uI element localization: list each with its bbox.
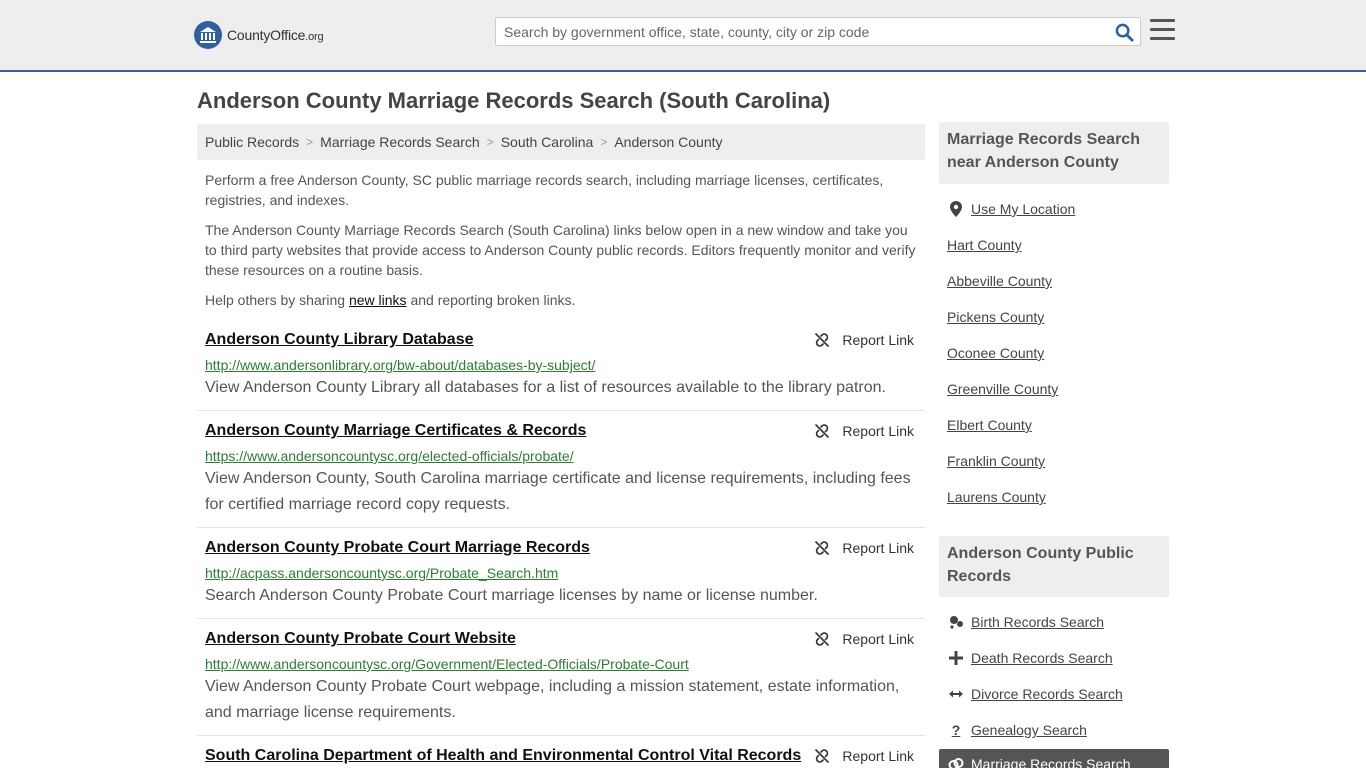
search-button[interactable] xyxy=(1114,22,1134,42)
result-title[interactable]: Anderson County Library Database xyxy=(205,331,474,349)
logo-tld: .org xyxy=(305,31,324,43)
nearby-county-elbert[interactable]: Elbert County xyxy=(947,417,1032,433)
cross-icon xyxy=(947,651,965,665)
result-item: Anderson County Marriage Certificates & … xyxy=(197,422,925,528)
breadcrumb-marriage-records[interactable]: Marriage Records Search xyxy=(320,134,480,150)
public-records-heading: Anderson County Public Records xyxy=(939,536,1169,597)
result-item: Anderson County Library Database Report … xyxy=(197,331,925,411)
death-records-label: Death Records Search xyxy=(971,650,1113,666)
divorce-records-link[interactable]: Divorce Records Search xyxy=(947,686,1123,702)
result-url[interactable]: http://www.andersonlibrary.org/bw-about/… xyxy=(205,357,595,373)
result-title[interactable]: South Carolina Department of Health and … xyxy=(205,747,801,765)
chevron-right-icon: > xyxy=(306,135,314,149)
nearby-county-oconee[interactable]: Oconee County xyxy=(947,345,1044,361)
broken-link-icon xyxy=(815,540,830,556)
result-item: Anderson County Probate Court Website Re… xyxy=(197,630,925,736)
share-text-before: Help others by sharing xyxy=(205,292,349,308)
marriage-records-label: Marriage Records Search xyxy=(971,756,1131,768)
breadcrumb: Public Records > Marriage Records Search… xyxy=(197,124,925,160)
arrows-split-icon xyxy=(947,688,965,700)
search-input[interactable] xyxy=(496,18,1106,45)
result-item: Anderson County Probate Court Marriage R… xyxy=(197,539,925,619)
report-link-button[interactable]: Report Link xyxy=(814,631,914,647)
result-url[interactable]: http://acpass.andersoncountysc.org/Proba… xyxy=(205,565,558,581)
birth-records-link[interactable]: Birth Records Search xyxy=(947,614,1104,630)
map-pin-icon xyxy=(947,201,965,217)
hamburger-menu-icon[interactable] xyxy=(1150,19,1175,42)
breadcrumb-county[interactable]: Anderson County xyxy=(614,134,722,150)
nearby-county-hart[interactable]: Hart County xyxy=(947,237,1022,253)
site-header: CountyOffice.org xyxy=(0,0,1366,72)
disclaimer-paragraph: The Anderson County Marriage Records Sea… xyxy=(205,222,916,278)
result-url[interactable]: http://www.andersoncountysc.org/Governme… xyxy=(205,656,689,672)
birth-records-label: Birth Records Search xyxy=(971,614,1105,630)
report-link-label: Report Link xyxy=(842,631,914,647)
report-link-button[interactable]: Report Link xyxy=(814,332,914,348)
breadcrumb-state[interactable]: South Carolina xyxy=(501,134,594,150)
share-text-after: and reporting broken links. xyxy=(406,292,576,308)
nearby-heading: Marriage Records Search near Anderson Co… xyxy=(939,122,1169,184)
report-link-button[interactable]: Report Link xyxy=(814,540,914,556)
result-url[interactable]: https://www.andersoncountysc.org/elected… xyxy=(205,448,574,464)
divorce-records-label: Divorce Records Search xyxy=(971,686,1123,702)
search-box xyxy=(495,17,1141,46)
result-title[interactable]: Anderson County Probate Court Marriage R… xyxy=(205,539,590,557)
marriage-records-active-link[interactable]: Marriage Records Search xyxy=(939,749,1169,768)
county-seal-icon xyxy=(194,21,222,49)
genealogy-search-label: Genealogy Search xyxy=(971,722,1087,738)
result-item: South Carolina Department of Health and … xyxy=(197,747,925,768)
report-link-label: Report Link xyxy=(842,748,914,764)
report-link-label: Report Link xyxy=(842,540,914,556)
baby-icon xyxy=(947,615,965,629)
report-link-button[interactable]: Report Link xyxy=(814,748,914,764)
result-description: Search Anderson County Probate Court mar… xyxy=(205,587,818,604)
page-title: Anderson County Marriage Records Search … xyxy=(197,88,831,113)
report-link-label: Report Link xyxy=(842,423,914,439)
death-records-link[interactable]: Death Records Search xyxy=(947,650,1113,666)
intro-paragraph: Perform a free Anderson County, SC publi… xyxy=(205,172,884,208)
breadcrumb-public-records[interactable]: Public Records xyxy=(205,134,299,150)
use-my-location-link[interactable]: Use My Location xyxy=(947,201,1075,217)
broken-link-icon xyxy=(815,631,830,647)
site-logo[interactable]: CountyOffice.org xyxy=(194,20,324,50)
result-title[interactable]: Anderson County Probate Court Website xyxy=(205,630,516,648)
question-icon: ? xyxy=(951,722,961,738)
result-title[interactable]: Anderson County Marriage Certificates & … xyxy=(205,422,586,440)
rings-icon xyxy=(947,757,965,768)
nearby-county-abbeville[interactable]: Abbeville County xyxy=(947,273,1052,289)
result-description: View Anderson County Probate Court webpa… xyxy=(205,678,900,721)
nearby-county-pickens[interactable]: Pickens County xyxy=(947,309,1044,325)
broken-link-icon xyxy=(815,423,830,439)
new-links-link[interactable]: new links xyxy=(349,292,407,308)
broken-link-icon xyxy=(815,332,830,348)
chevron-right-icon: > xyxy=(486,135,494,149)
nearby-county-franklin[interactable]: Franklin County xyxy=(947,453,1045,469)
chevron-right-icon: > xyxy=(600,135,608,149)
nearby-county-greenville[interactable]: Greenville County xyxy=(947,381,1058,397)
report-link-label: Report Link xyxy=(842,332,914,348)
logo-name: CountyOffice xyxy=(227,27,306,43)
result-description: View Anderson County Library all databas… xyxy=(205,379,886,396)
search-icon xyxy=(1115,23,1134,42)
result-description: View Anderson County, South Carolina mar… xyxy=(205,470,911,513)
genealogy-search-link[interactable]: ? Genealogy Search xyxy=(947,722,1087,738)
report-link-button[interactable]: Report Link xyxy=(814,423,914,439)
share-paragraph: Help others by sharing new links and rep… xyxy=(205,290,921,310)
broken-link-icon xyxy=(815,748,830,764)
nearby-county-laurens[interactable]: Laurens County xyxy=(947,489,1046,505)
use-my-location-label: Use My Location xyxy=(971,201,1076,217)
